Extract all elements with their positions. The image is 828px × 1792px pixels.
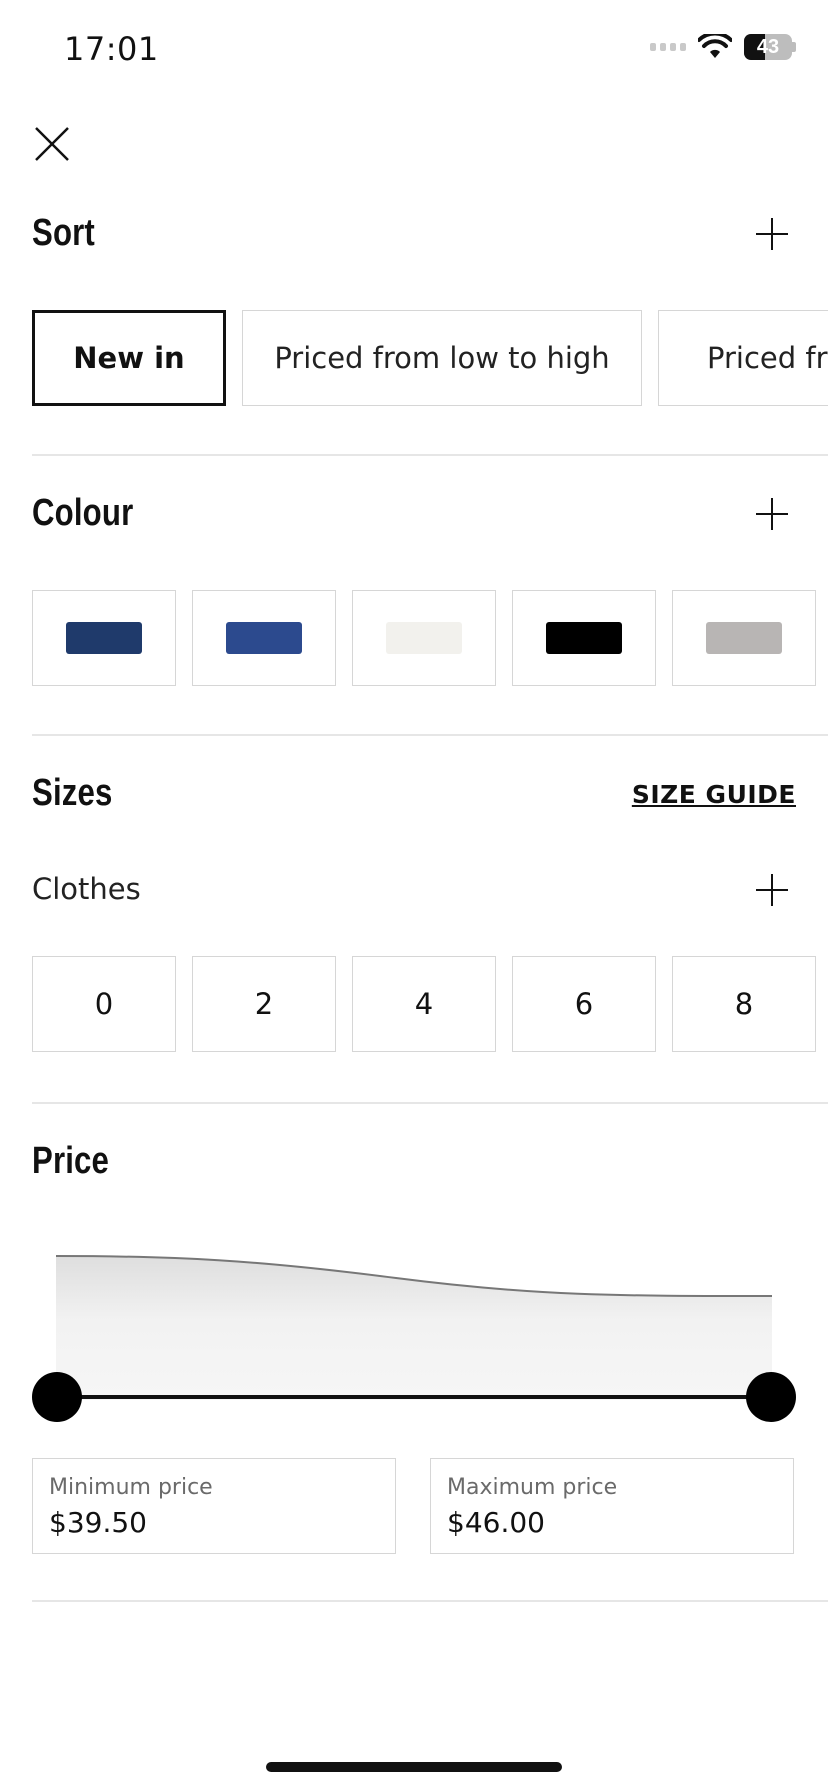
size-option[interactable]: 0	[32, 956, 176, 1052]
size-option[interactable]: 8	[672, 956, 816, 1052]
colour-chip	[66, 622, 142, 654]
maximum-price-label: Maximum price	[447, 1475, 618, 1500]
size-option[interactable]: 2	[192, 956, 336, 1052]
minimum-price-value: $39.50	[49, 1506, 147, 1539]
divider	[32, 1600, 828, 1602]
minimum-price-field[interactable]: Minimum price $39.50	[32, 1458, 396, 1554]
colour-swatch[interactable]	[192, 590, 336, 686]
divider	[32, 454, 828, 456]
colour-swatches	[32, 590, 816, 686]
sizes-title: Sizes	[32, 772, 113, 814]
colour-swatch[interactable]	[32, 590, 176, 686]
sort-expand-plus-icon[interactable]	[752, 214, 792, 254]
clothes-expand-plus-icon[interactable]	[752, 870, 792, 910]
colour-swatch[interactable]	[512, 590, 656, 686]
size-guide-link[interactable]: SIZE GUIDE	[632, 780, 796, 809]
price-title: Price	[32, 1140, 110, 1182]
price-slider-max-handle[interactable]	[746, 1372, 796, 1422]
colour-swatch[interactable]	[672, 590, 816, 686]
maximum-price-field[interactable]: Maximum price $46.00	[430, 1458, 794, 1554]
wifi-icon	[698, 34, 732, 58]
battery-level: 43	[756, 35, 780, 58]
size-options: 0 2 4 6 8	[32, 956, 816, 1052]
price-distribution-graph	[56, 1255, 772, 1400]
minimum-price-label: Minimum price	[49, 1475, 213, 1500]
size-option[interactable]: 4	[352, 956, 496, 1052]
divider	[32, 734, 828, 736]
colour-chip	[386, 622, 462, 654]
sort-option-price-low-high[interactable]: Priced from low to high	[242, 310, 642, 406]
home-indicator	[266, 1762, 562, 1772]
colour-chip	[226, 622, 302, 654]
price-slider-min-handle[interactable]	[32, 1372, 82, 1422]
sort-title: Sort	[32, 212, 95, 254]
cellular-signal-icon	[650, 43, 686, 51]
status-icons: 43	[650, 34, 796, 60]
battery-icon: 43	[744, 34, 796, 60]
status-time: 17:01	[64, 30, 159, 68]
colour-expand-plus-icon[interactable]	[752, 494, 792, 534]
sort-option-new-in[interactable]: New in	[32, 310, 226, 406]
size-option[interactable]: 6	[512, 956, 656, 1052]
price-slider-track	[56, 1395, 772, 1399]
maximum-price-value: $46.00	[447, 1506, 545, 1539]
sort-option-price-high-low[interactable]: Priced fro	[658, 310, 828, 406]
colour-swatch[interactable]	[352, 590, 496, 686]
close-icon[interactable]	[32, 124, 72, 164]
divider	[32, 1102, 828, 1104]
sort-options: New in Priced from low to high Priced fr…	[32, 310, 828, 406]
clothes-label: Clothes	[32, 872, 141, 906]
colour-chip	[546, 622, 622, 654]
colour-title: Colour	[32, 492, 134, 534]
colour-chip	[706, 622, 782, 654]
